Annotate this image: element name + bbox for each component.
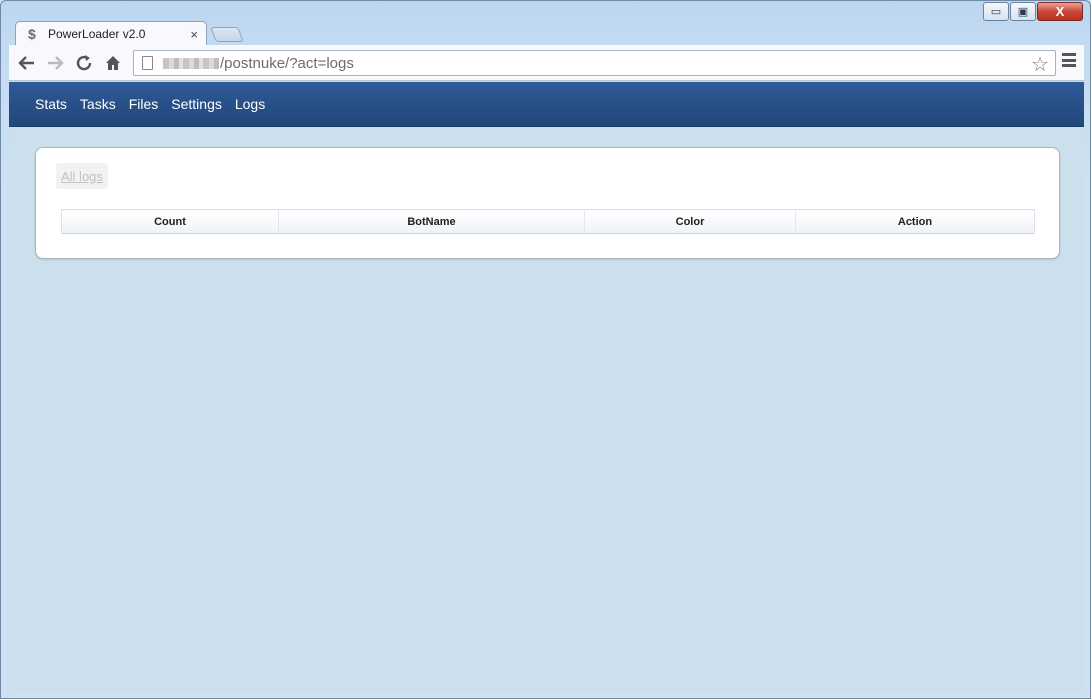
- forward-button[interactable]: [43, 51, 67, 75]
- browser-menu-icon[interactable]: [1062, 53, 1076, 67]
- address-bar[interactable]: /postnuke/?act=logs ☆: [133, 50, 1056, 76]
- column-header-action[interactable]: Action: [795, 209, 1035, 234]
- logs-table: Count BotName Color Action: [61, 209, 1035, 234]
- tab-title: PowerLoader v2.0: [48, 27, 146, 41]
- nav-stats[interactable]: Stats: [35, 96, 67, 112]
- column-header-botname[interactable]: BotName: [278, 209, 585, 234]
- reload-icon: [76, 55, 92, 71]
- browser-window: ▭ ▣ X $ PowerLoader v2.0 × /postnuke/?ac…: [0, 0, 1091, 699]
- nav-files[interactable]: Files: [129, 96, 159, 112]
- logs-panel: All logs Count BotName Color Action: [35, 147, 1060, 259]
- top-navbar: Stats Tasks Files Settings Logs: [9, 82, 1084, 127]
- dollar-favicon-icon: $: [28, 26, 36, 42]
- minimize-button[interactable]: ▭: [983, 2, 1009, 21]
- tab-close-icon[interactable]: ×: [190, 27, 198, 42]
- redacted-host: [163, 57, 219, 69]
- bookmark-star-icon[interactable]: ☆: [1031, 52, 1049, 77]
- back-arrow-icon: [18, 56, 34, 70]
- close-icon: X: [1055, 4, 1065, 19]
- browser-toolbar: /postnuke/?act=logs ☆: [9, 45, 1084, 81]
- maximize-icon: ▣: [1017, 6, 1029, 18]
- browser-tab-active[interactable]: $ PowerLoader v2.0 ×: [15, 21, 207, 46]
- reload-button[interactable]: [72, 51, 96, 75]
- close-window-button[interactable]: X: [1037, 2, 1083, 21]
- nav-logs[interactable]: Logs: [235, 96, 265, 112]
- window-controls: ▭ ▣ X: [983, 2, 1083, 21]
- url-text: /postnuke/?act=logs: [220, 54, 354, 72]
- new-tab-button[interactable]: [210, 27, 244, 42]
- table-header-row: Count BotName Color Action: [61, 209, 1035, 234]
- back-button[interactable]: [15, 51, 39, 75]
- minimize-icon: ▭: [990, 6, 1002, 18]
- page-icon: [142, 56, 153, 70]
- page-viewport: Stats Tasks Files Settings Logs All logs…: [9, 82, 1084, 693]
- maximize-button[interactable]: ▣: [1010, 2, 1036, 21]
- nav-tasks[interactable]: Tasks: [80, 96, 116, 112]
- forward-arrow-icon: [48, 56, 64, 70]
- home-button[interactable]: [101, 51, 125, 75]
- column-header-color[interactable]: Color: [584, 209, 796, 234]
- column-header-count[interactable]: Count: [61, 209, 279, 234]
- nav-settings[interactable]: Settings: [171, 96, 222, 112]
- all-logs-link[interactable]: All logs: [56, 163, 108, 189]
- home-icon: [106, 56, 120, 70]
